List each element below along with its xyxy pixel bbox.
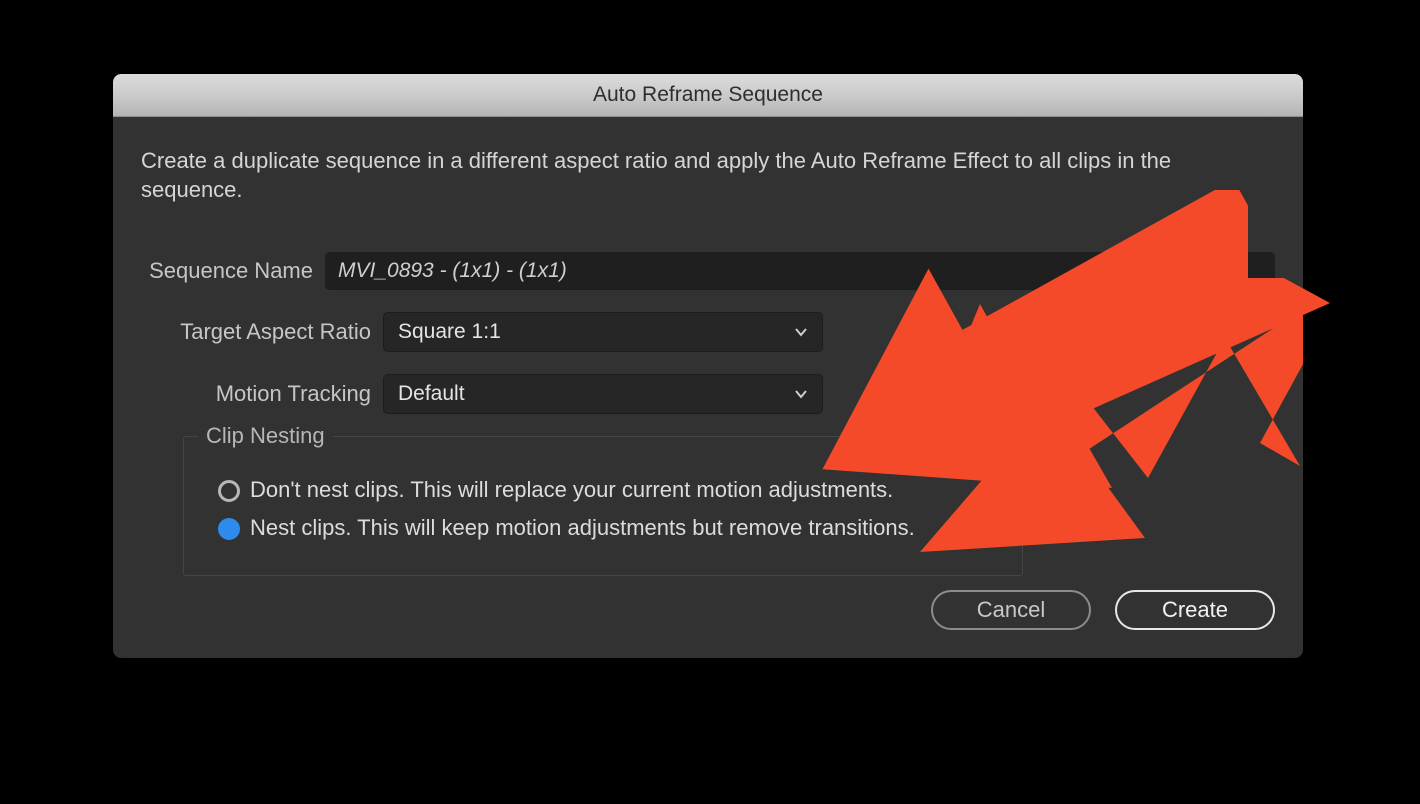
sequence-name-input[interactable]: MVI_0893 - (1x1) - (1x1): [325, 252, 1275, 290]
aspect-ratio-row: Target Aspect Ratio Square 1:1: [141, 312, 1275, 352]
motion-tracking-value: Default: [398, 382, 465, 406]
dialog-form: Sequence Name MVI_0893 - (1x1) - (1x1) T…: [141, 252, 1275, 576]
cancel-label: Cancel: [977, 597, 1045, 623]
radio-dont-nest[interactable]: Don't nest clips. This will replace your…: [218, 477, 1000, 503]
sequence-name-value: MVI_0893 - (1x1) - (1x1): [338, 259, 567, 283]
dialog-title: Auto Reframe Sequence: [593, 83, 823, 107]
motion-tracking-row: Motion Tracking Default: [141, 374, 1275, 414]
radio-nest-indicator: [218, 518, 240, 540]
clip-nesting-legend: Clip Nesting: [198, 423, 333, 449]
sequence-name-label: Sequence Name: [141, 258, 325, 284]
aspect-ratio-label: Target Aspect Ratio: [141, 319, 383, 345]
create-label: Create: [1162, 597, 1228, 623]
chevron-down-icon: [794, 325, 808, 339]
auto-reframe-dialog: Auto Reframe Sequence Create a duplicate…: [113, 74, 1303, 658]
cancel-button[interactable]: Cancel: [931, 590, 1091, 630]
radio-dont-nest-indicator: [218, 480, 240, 502]
radio-nest[interactable]: Nest clips. This will keep motion adjust…: [218, 515, 1000, 541]
dialog-description: Create a duplicate sequence in a differe…: [141, 147, 1275, 204]
sequence-name-row: Sequence Name MVI_0893 - (1x1) - (1x1): [141, 252, 1275, 290]
dialog-title-bar: Auto Reframe Sequence: [113, 74, 1303, 117]
dialog-actions: Cancel Create: [931, 590, 1275, 630]
dialog-content: Create a duplicate sequence in a differe…: [113, 117, 1303, 576]
aspect-ratio-value: Square 1:1: [398, 320, 501, 344]
motion-tracking-label: Motion Tracking: [141, 381, 383, 407]
radio-nest-label: Nest clips. This will keep motion adjust…: [250, 515, 915, 541]
aspect-ratio-select[interactable]: Square 1:1: [383, 312, 823, 352]
clip-nesting-group: Clip Nesting Don't nest clips. This will…: [183, 436, 1023, 576]
chevron-down-icon: [794, 387, 808, 401]
motion-tracking-select[interactable]: Default: [383, 374, 823, 414]
create-button[interactable]: Create: [1115, 590, 1275, 630]
radio-dont-nest-label: Don't nest clips. This will replace your…: [250, 477, 893, 503]
